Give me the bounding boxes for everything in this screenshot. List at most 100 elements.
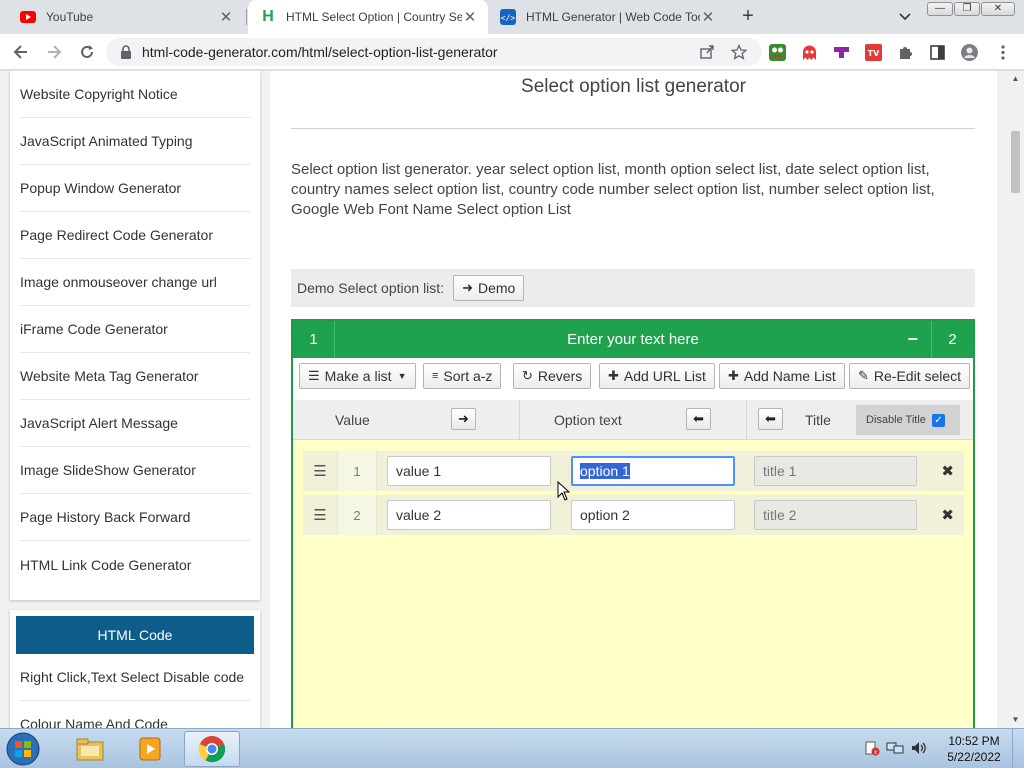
menu-kebab-icon[interactable] <box>994 44 1011 61</box>
scroll-down-icon[interactable]: ▼ <box>1011 716 1020 724</box>
puzzle-extensions-icon[interactable] <box>897 44 914 61</box>
arrow-left-icon[interactable]: ⬅ <box>686 408 711 430</box>
youtube-icon <box>20 9 36 25</box>
sidebar-item[interactable]: JavaScript Animated Typing <box>20 118 250 165</box>
sidebar-item[interactable]: Page History Back Forward <box>20 494 250 541</box>
close-window-button[interactable]: ✕ <box>981 2 1015 16</box>
reload-button[interactable] <box>76 41 98 63</box>
demo-button[interactable]: ➜ Demo <box>453 275 525 301</box>
delete-row-icon[interactable]: ✖ <box>941 451 954 491</box>
ghost-extension-icon[interactable] <box>801 44 818 61</box>
drag-handle-icon[interactable]: ☰ <box>303 451 337 491</box>
network-icon[interactable] <box>886 740 904 759</box>
taskbar: x 10:52 PM 5/22/2022 <box>0 728 1024 768</box>
new-tab-button[interactable]: + <box>737 6 759 28</box>
mouse-cursor-icon <box>557 481 571 501</box>
value-input[interactable] <box>387 500 551 530</box>
close-icon[interactable]: ✕ <box>462 9 478 26</box>
show-desktop-button[interactable] <box>1012 729 1024 768</box>
back-button[interactable] <box>10 41 32 63</box>
option-row: ☰ 2 ✖ <box>303 495 964 535</box>
sidebar-item[interactable]: Website Meta Tag Generator <box>20 353 250 400</box>
sidebar-item[interactable]: Page Redirect Code Generator <box>20 212 250 259</box>
chevron-down-icon[interactable] <box>896 8 914 26</box>
delete-row-icon[interactable]: ✖ <box>941 495 954 535</box>
restore-button[interactable]: ❐ <box>954 2 980 16</box>
sidebar-item[interactable]: HTML Link Code Generator <box>20 541 250 588</box>
tab-youtube[interactable]: YouTube ✕ <box>8 0 244 34</box>
minimize-button[interactable]: — <box>927 2 953 16</box>
h-logo-icon: H <box>262 8 274 25</box>
sidebar-item[interactable]: Right Click,Text Select Disable code <box>20 654 250 701</box>
title-input[interactable] <box>754 500 917 530</box>
disable-title-toggle[interactable]: Disable Title ✓ <box>856 405 960 435</box>
select-generator-panel: 1 Enter your text here − 2 ☰ Make a list… <box>291 319 975 728</box>
option-text-input[interactable]: option 1 <box>571 456 735 486</box>
bookmark-star-icon[interactable] <box>730 43 748 61</box>
arrow-left-icon[interactable]: ⬅ <box>758 408 783 430</box>
header-text[interactable]: Enter your text here <box>335 321 931 358</box>
tetris-extension-icon[interactable] <box>833 44 850 61</box>
re-edit-label: Re-Edit select <box>873 368 962 384</box>
tab-select-option[interactable]: H HTML Select Option | Country Se ✕ <box>248 0 488 34</box>
option-text-input[interactable] <box>571 500 735 530</box>
row-number: 1 <box>337 451 377 491</box>
address-bar[interactable]: html-code-generator.com/html/select-opti… <box>106 38 762 66</box>
sort-button[interactable]: ≡ Sort a-z <box>423 363 502 389</box>
sidebar-item[interactable]: Popup Window Generator <box>20 165 250 212</box>
value-input[interactable] <box>387 456 551 486</box>
make-list-button[interactable]: ☰ Make a list ▼ <box>299 363 416 389</box>
action-center-icon[interactable]: x <box>864 740 880 759</box>
close-icon[interactable]: ✕ <box>700 9 716 26</box>
volume-icon[interactable] <box>910 740 928 759</box>
sidebar-section-header[interactable]: HTML Code <box>16 616 254 654</box>
drag-handle-icon[interactable]: ☰ <box>303 495 337 535</box>
demo-row: Demo Select option list: ➜ Demo <box>291 269 975 307</box>
page-title: Select option list generator <box>521 76 746 97</box>
checkbox-checked-icon[interactable]: ✓ <box>931 413 945 427</box>
profile-avatar-icon[interactable] <box>961 44 978 61</box>
add-name-list-button[interactable]: ✚ Add Name List <box>719 363 845 389</box>
column-option-text: Option text <box>554 412 622 428</box>
sidebar-item[interactable]: Image onmouseover change url <box>20 259 250 306</box>
sidebar-item[interactable]: Website Copyright Notice <box>20 71 250 118</box>
system-clock[interactable]: 10:52 PM 5/22/2022 <box>940 733 1008 765</box>
browser-toolbar: html-code-generator.com/html/select-opti… <box>0 34 1024 70</box>
sidebar-item[interactable]: JavaScript Alert Message <box>20 400 250 447</box>
minus-icon[interactable]: − <box>907 321 918 358</box>
frog-extension-icon[interactable] <box>769 44 786 61</box>
share-icon[interactable] <box>698 43 716 61</box>
sidebar-item[interactable]: iFrame Code Generator <box>20 306 250 353</box>
side-panel-icon[interactable] <box>929 44 946 61</box>
option-text-selected: option 1 <box>580 463 630 479</box>
demo-label: Demo Select option list: <box>297 280 445 296</box>
revers-button[interactable]: ↻ Revers <box>513 363 592 389</box>
disable-title-label: Disable Title <box>866 414 926 426</box>
scroll-up-icon[interactable]: ▲ <box>1011 75 1020 83</box>
url-text[interactable]: html-code-generator.com/html/select-opti… <box>142 44 698 60</box>
arrow-right-icon: ➜ <box>462 280 473 295</box>
tv-extension-icon[interactable]: TV <box>865 44 882 61</box>
pencil-icon: ✎ <box>858 368 869 383</box>
sidebar-item[interactable]: Image SlideShow Generator <box>20 447 250 494</box>
add-url-label: Add URL List <box>623 368 706 384</box>
title-input[interactable] <box>754 456 917 486</box>
row-number: 2 <box>337 495 377 535</box>
system-tray: x <box>864 729 934 768</box>
sidebar-item[interactable]: Colour Name And Code <box>20 701 250 728</box>
close-icon[interactable]: ✕ <box>218 9 234 26</box>
media-player-icon[interactable] <box>122 731 178 767</box>
lock-icon[interactable] <box>120 45 132 59</box>
list-icon: ☰ <box>308 368 320 383</box>
add-url-list-button[interactable]: ✚ Add URL List <box>599 363 715 389</box>
tab-html-generator[interactable]: </> HTML Generator | Web Code Too ✕ <box>488 0 726 34</box>
column-value: Value <box>335 412 370 428</box>
scrollbar-thumb[interactable] <box>1011 131 1020 193</box>
chrome-taskbar-icon[interactable] <box>184 731 240 767</box>
start-button[interactable] <box>5 731 45 767</box>
forward-button[interactable] <box>43 41 65 63</box>
file-explorer-icon[interactable] <box>62 731 118 767</box>
arrow-right-icon[interactable]: ➜ <box>451 408 476 430</box>
re-edit-select-button[interactable]: ✎ Re-Edit select <box>849 363 971 389</box>
page-scrollbar[interactable]: ▲ ▼ <box>1007 71 1024 728</box>
